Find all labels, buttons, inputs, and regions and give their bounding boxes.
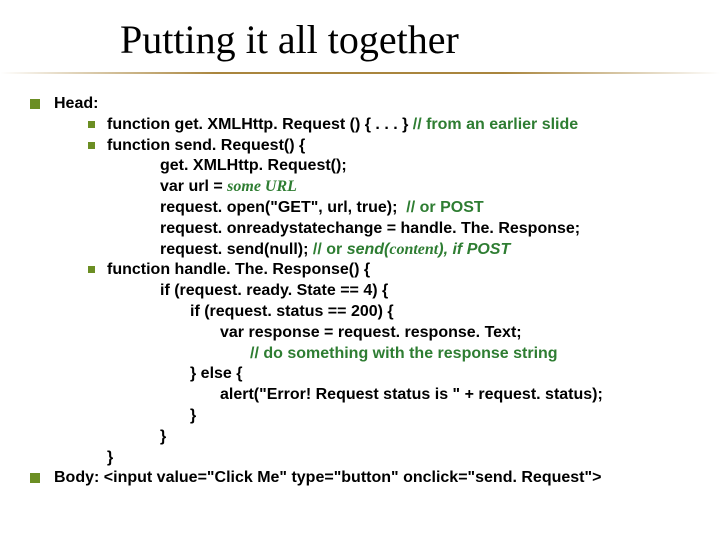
- code-line: var url = some URL: [160, 177, 700, 198]
- bullet-icon: [30, 473, 40, 483]
- body-line: Body: <input value="Click Me" type="butt…: [54, 468, 601, 489]
- code-line: if (request. ready. State == 4) {: [160, 281, 700, 302]
- code-line: var response = request. response. Text;: [220, 323, 700, 344]
- body-code: <input value="Click Me" type="button" on…: [104, 469, 602, 486]
- bullet-icon: [30, 99, 40, 109]
- code-frag: request. open("GET", url, true);: [160, 199, 406, 216]
- code-frag-italic: content: [389, 241, 438, 258]
- title-underline: [0, 72, 720, 74]
- code-frag: send(: [347, 241, 390, 258]
- bullet-head: Head:: [30, 94, 700, 115]
- slide-title: Putting it all together: [120, 16, 459, 63]
- head-label: Head:: [54, 94, 98, 115]
- code-comment: // or: [313, 241, 347, 258]
- code-line: request. open("GET", url, true); // or P…: [160, 198, 700, 219]
- body-label: Body:: [54, 469, 104, 486]
- code-frag: ), if POST: [438, 241, 510, 258]
- fn3-sig: function handle. The. Response() {: [107, 260, 370, 281]
- bullet-icon: [88, 266, 95, 273]
- code-line: alert("Error! Request status is " + requ…: [220, 385, 700, 406]
- code-line: request. onreadystatechange = handle. Th…: [160, 219, 700, 240]
- code-comment: // or POST: [406, 199, 483, 216]
- code-frag-italic: some URL: [227, 178, 297, 195]
- code-frag: request. send(null);: [160, 241, 313, 258]
- code-frag: var url =: [160, 178, 227, 195]
- bullet-icon: [88, 142, 95, 149]
- slide-body: Head: function get. XMLHttp. Request () …: [30, 94, 700, 489]
- fn2-sig: function send. Request() {: [107, 136, 305, 157]
- code-line: }: [190, 406, 700, 427]
- bullet-fn-sendrequest: function send. Request() {: [88, 136, 700, 157]
- code-comment: // do something with the response string: [250, 344, 700, 365]
- bullet-icon: [88, 121, 95, 128]
- bullet-body: Body: <input value="Click Me" type="butt…: [30, 468, 700, 489]
- bullet-fn-getxhr: function get. XMLHttp. Request () { . . …: [88, 115, 700, 136]
- slide: Putting it all together Head: function g…: [0, 0, 720, 540]
- fn1-sig: function get. XMLHttp. Request () { . . …: [107, 116, 413, 133]
- code-line: } else {: [190, 364, 700, 385]
- code-line: }: [160, 427, 700, 448]
- code-line: get. XMLHttp. Request();: [160, 156, 700, 177]
- code-line: }: [107, 448, 700, 469]
- bullet-fn-handleresponse: function handle. The. Response() {: [88, 260, 700, 281]
- code-line: request. send(null); // or send(content)…: [160, 240, 700, 261]
- code-line: function get. XMLHttp. Request () { . . …: [107, 115, 578, 136]
- fn1-comment: // from an earlier slide: [413, 116, 578, 133]
- code-line: if (request. status == 200) {: [190, 302, 700, 323]
